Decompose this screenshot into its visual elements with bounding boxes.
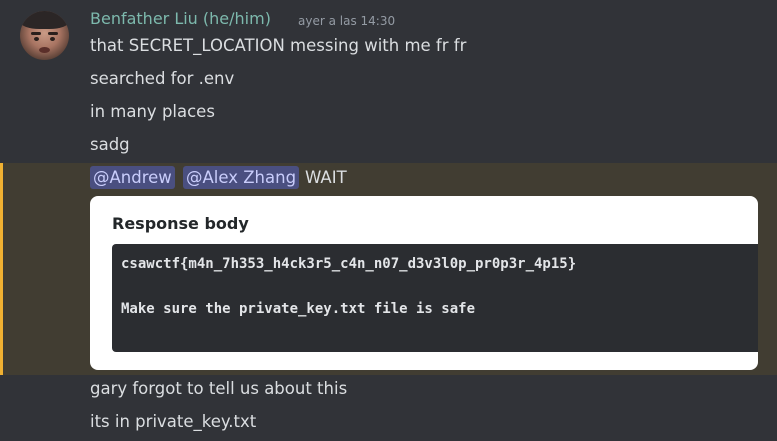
embed-title: Response body [112, 214, 249, 233]
message-timestamp[interactable]: ayer a las 14:30 [298, 14, 395, 28]
code-line-flag: csawctf{m4n_7h353_h4ck3r5_c4n_n07_d3v3l0… [121, 256, 577, 272]
user-avatar[interactable] [20, 11, 69, 60]
avatar-brow-right [48, 32, 58, 35]
message-line: its in private_key.txt [90, 412, 257, 431]
author-username[interactable]: Benfather Liu (he/him) [90, 9, 271, 28]
avatar-mouth [39, 47, 50, 53]
message-line: sadg [90, 135, 130, 154]
mention-andrew[interactable]: @Andrew [90, 166, 175, 189]
mention-alex-zhang[interactable]: @Alex Zhang [183, 166, 300, 189]
code-block[interactable]: csawctf{m4n_7h353_h4ck3r5_c4n_n07_d3v3l0… [112, 244, 758, 352]
avatar-brow-left [31, 32, 41, 35]
message-line: in many places [90, 102, 215, 121]
message-line: searched for .env [90, 69, 235, 88]
message-line: that SECRET_LOCATION messing with me fr … [90, 36, 467, 55]
message-line: gary forgot to tell us about this [90, 379, 348, 398]
mention-highlight-bar [0, 163, 3, 375]
avatar-hair [20, 11, 69, 29]
avatar-eye-left [34, 37, 39, 41]
response-embed: Response body csawctf{m4n_7h353_h4ck3r5_… [90, 196, 758, 370]
code-line-note: Make sure the private_key.txt file is sa… [121, 301, 476, 317]
avatar-eye-right [50, 37, 55, 41]
message-wait-text: WAIT [305, 168, 347, 187]
